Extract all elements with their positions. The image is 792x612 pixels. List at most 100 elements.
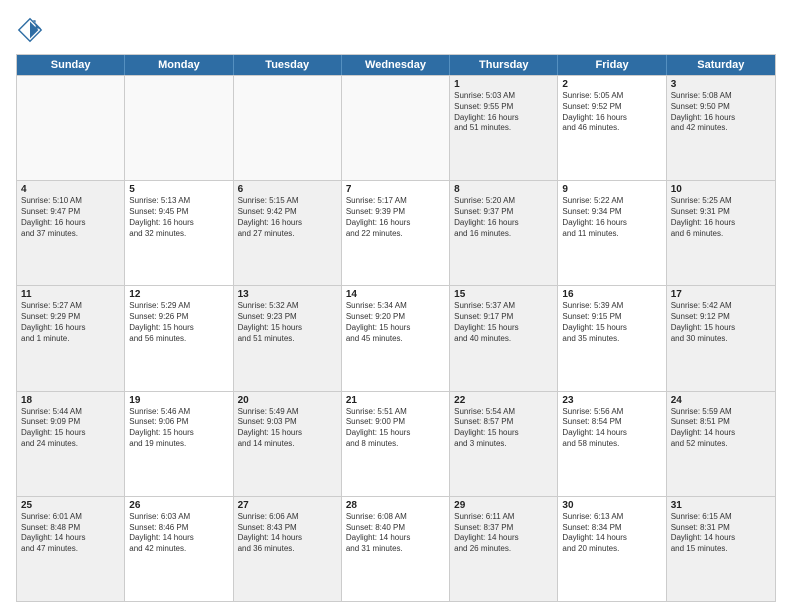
- calendar-empty-cell: [125, 76, 233, 180]
- calendar-day-24: 24Sunrise: 5:59 AM Sunset: 8:51 PM Dayli…: [667, 392, 775, 496]
- day-info: Sunrise: 5:05 AM Sunset: 9:52 PM Dayligh…: [562, 91, 661, 134]
- day-info: Sunrise: 5:13 AM Sunset: 9:45 PM Dayligh…: [129, 196, 228, 239]
- calendar-header: SundayMondayTuesdayWednesdayThursdayFrid…: [17, 55, 775, 75]
- day-info: Sunrise: 5:56 AM Sunset: 8:54 PM Dayligh…: [562, 407, 661, 450]
- day-info: Sunrise: 6:01 AM Sunset: 8:48 PM Dayligh…: [21, 512, 120, 555]
- header-day-tuesday: Tuesday: [234, 55, 342, 75]
- day-number: 19: [129, 395, 228, 406]
- day-number: 16: [562, 289, 661, 300]
- calendar-day-12: 12Sunrise: 5:29 AM Sunset: 9:26 PM Dayli…: [125, 286, 233, 390]
- calendar-day-25: 25Sunrise: 6:01 AM Sunset: 8:48 PM Dayli…: [17, 497, 125, 601]
- calendar-empty-cell: [17, 76, 125, 180]
- calendar-day-26: 26Sunrise: 6:03 AM Sunset: 8:46 PM Dayli…: [125, 497, 233, 601]
- day-info: Sunrise: 6:11 AM Sunset: 8:37 PM Dayligh…: [454, 512, 553, 555]
- day-info: Sunrise: 5:32 AM Sunset: 9:23 PM Dayligh…: [238, 301, 337, 344]
- calendar-empty-cell: [342, 76, 450, 180]
- day-number: 1: [454, 79, 553, 90]
- day-info: Sunrise: 5:27 AM Sunset: 9:29 PM Dayligh…: [21, 301, 120, 344]
- calendar-day-22: 22Sunrise: 5:54 AM Sunset: 8:57 PM Dayli…: [450, 392, 558, 496]
- day-number: 15: [454, 289, 553, 300]
- calendar-empty-cell: [234, 76, 342, 180]
- calendar-body: 1Sunrise: 5:03 AM Sunset: 9:55 PM Daylig…: [17, 75, 775, 601]
- day-number: 11: [21, 289, 120, 300]
- calendar-day-27: 27Sunrise: 6:06 AM Sunset: 8:43 PM Dayli…: [234, 497, 342, 601]
- day-info: Sunrise: 6:03 AM Sunset: 8:46 PM Dayligh…: [129, 512, 228, 555]
- day-info: Sunrise: 5:39 AM Sunset: 9:15 PM Dayligh…: [562, 301, 661, 344]
- day-info: Sunrise: 5:25 AM Sunset: 9:31 PM Dayligh…: [671, 196, 771, 239]
- calendar-day-5: 5Sunrise: 5:13 AM Sunset: 9:45 PM Daylig…: [125, 181, 233, 285]
- day-number: 28: [346, 500, 445, 511]
- calendar-day-14: 14Sunrise: 5:34 AM Sunset: 9:20 PM Dayli…: [342, 286, 450, 390]
- calendar-day-13: 13Sunrise: 5:32 AM Sunset: 9:23 PM Dayli…: [234, 286, 342, 390]
- day-info: Sunrise: 5:17 AM Sunset: 9:39 PM Dayligh…: [346, 196, 445, 239]
- calendar-row-2: 4Sunrise: 5:10 AM Sunset: 9:47 PM Daylig…: [17, 180, 775, 285]
- calendar-day-18: 18Sunrise: 5:44 AM Sunset: 9:09 PM Dayli…: [17, 392, 125, 496]
- day-number: 5: [129, 184, 228, 195]
- header-day-monday: Monday: [125, 55, 233, 75]
- day-info: Sunrise: 5:03 AM Sunset: 9:55 PM Dayligh…: [454, 91, 553, 134]
- day-number: 17: [671, 289, 771, 300]
- header-day-friday: Friday: [558, 55, 666, 75]
- day-info: Sunrise: 6:08 AM Sunset: 8:40 PM Dayligh…: [346, 512, 445, 555]
- calendar-day-15: 15Sunrise: 5:37 AM Sunset: 9:17 PM Dayli…: [450, 286, 558, 390]
- calendar-day-1: 1Sunrise: 5:03 AM Sunset: 9:55 PM Daylig…: [450, 76, 558, 180]
- day-info: Sunrise: 6:06 AM Sunset: 8:43 PM Dayligh…: [238, 512, 337, 555]
- calendar-day-21: 21Sunrise: 5:51 AM Sunset: 9:00 PM Dayli…: [342, 392, 450, 496]
- header-day-thursday: Thursday: [450, 55, 558, 75]
- calendar-row-1: 1Sunrise: 5:03 AM Sunset: 9:55 PM Daylig…: [17, 75, 775, 180]
- day-info: Sunrise: 5:42 AM Sunset: 9:12 PM Dayligh…: [671, 301, 771, 344]
- day-number: 14: [346, 289, 445, 300]
- day-info: Sunrise: 5:54 AM Sunset: 8:57 PM Dayligh…: [454, 407, 553, 450]
- calendar-day-7: 7Sunrise: 5:17 AM Sunset: 9:39 PM Daylig…: [342, 181, 450, 285]
- day-info: Sunrise: 5:37 AM Sunset: 9:17 PM Dayligh…: [454, 301, 553, 344]
- day-number: 30: [562, 500, 661, 511]
- calendar-day-16: 16Sunrise: 5:39 AM Sunset: 9:15 PM Dayli…: [558, 286, 666, 390]
- day-number: 26: [129, 500, 228, 511]
- page-header: [16, 16, 776, 44]
- day-number: 31: [671, 500, 771, 511]
- calendar-day-6: 6Sunrise: 5:15 AM Sunset: 9:42 PM Daylig…: [234, 181, 342, 285]
- day-info: Sunrise: 5:20 AM Sunset: 9:37 PM Dayligh…: [454, 196, 553, 239]
- calendar-row-4: 18Sunrise: 5:44 AM Sunset: 9:09 PM Dayli…: [17, 391, 775, 496]
- day-number: 22: [454, 395, 553, 406]
- day-number: 12: [129, 289, 228, 300]
- calendar-row-5: 25Sunrise: 6:01 AM Sunset: 8:48 PM Dayli…: [17, 496, 775, 601]
- day-info: Sunrise: 6:13 AM Sunset: 8:34 PM Dayligh…: [562, 512, 661, 555]
- header-day-wednesday: Wednesday: [342, 55, 450, 75]
- calendar-day-4: 4Sunrise: 5:10 AM Sunset: 9:47 PM Daylig…: [17, 181, 125, 285]
- day-number: 4: [21, 184, 120, 195]
- day-number: 13: [238, 289, 337, 300]
- day-info: Sunrise: 5:44 AM Sunset: 9:09 PM Dayligh…: [21, 407, 120, 450]
- calendar-day-28: 28Sunrise: 6:08 AM Sunset: 8:40 PM Dayli…: [342, 497, 450, 601]
- calendar-day-2: 2Sunrise: 5:05 AM Sunset: 9:52 PM Daylig…: [558, 76, 666, 180]
- logo: [16, 16, 46, 44]
- day-number: 25: [21, 500, 120, 511]
- day-number: 20: [238, 395, 337, 406]
- day-info: Sunrise: 5:59 AM Sunset: 8:51 PM Dayligh…: [671, 407, 771, 450]
- day-number: 27: [238, 500, 337, 511]
- day-number: 8: [454, 184, 553, 195]
- calendar-day-8: 8Sunrise: 5:20 AM Sunset: 9:37 PM Daylig…: [450, 181, 558, 285]
- calendar-day-9: 9Sunrise: 5:22 AM Sunset: 9:34 PM Daylig…: [558, 181, 666, 285]
- day-number: 2: [562, 79, 661, 90]
- day-number: 29: [454, 500, 553, 511]
- header-day-saturday: Saturday: [667, 55, 775, 75]
- day-number: 21: [346, 395, 445, 406]
- header-day-sunday: Sunday: [17, 55, 125, 75]
- day-number: 6: [238, 184, 337, 195]
- day-number: 24: [671, 395, 771, 406]
- calendar-day-23: 23Sunrise: 5:56 AM Sunset: 8:54 PM Dayli…: [558, 392, 666, 496]
- calendar-day-3: 3Sunrise: 5:08 AM Sunset: 9:50 PM Daylig…: [667, 76, 775, 180]
- day-info: Sunrise: 6:15 AM Sunset: 8:31 PM Dayligh…: [671, 512, 771, 555]
- calendar: SundayMondayTuesdayWednesdayThursdayFrid…: [16, 54, 776, 602]
- calendar-row-3: 11Sunrise: 5:27 AM Sunset: 9:29 PM Dayli…: [17, 285, 775, 390]
- calendar-day-20: 20Sunrise: 5:49 AM Sunset: 9:03 PM Dayli…: [234, 392, 342, 496]
- calendar-day-11: 11Sunrise: 5:27 AM Sunset: 9:29 PM Dayli…: [17, 286, 125, 390]
- day-number: 9: [562, 184, 661, 195]
- day-info: Sunrise: 5:49 AM Sunset: 9:03 PM Dayligh…: [238, 407, 337, 450]
- day-number: 3: [671, 79, 771, 90]
- logo-icon: [16, 16, 44, 44]
- day-info: Sunrise: 5:46 AM Sunset: 9:06 PM Dayligh…: [129, 407, 228, 450]
- day-number: 7: [346, 184, 445, 195]
- calendar-day-17: 17Sunrise: 5:42 AM Sunset: 9:12 PM Dayli…: [667, 286, 775, 390]
